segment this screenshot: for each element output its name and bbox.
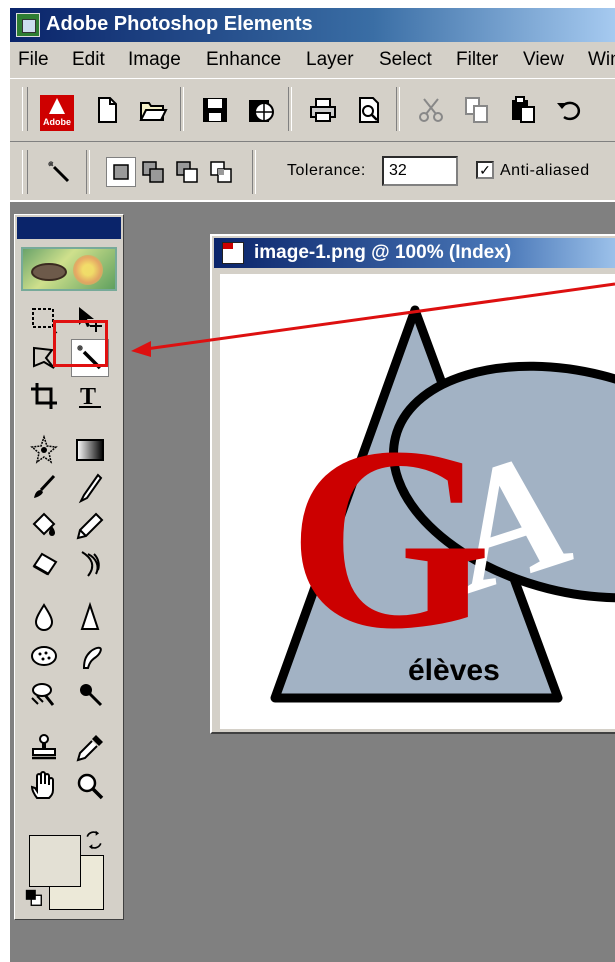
burn-icon[interactable] bbox=[71, 675, 109, 713]
blur-icon[interactable] bbox=[25, 599, 63, 637]
toolbox-header-image[interactable] bbox=[21, 247, 117, 291]
menu-edit[interactable]: Edit bbox=[72, 49, 105, 71]
intersect-selection-icon[interactable] bbox=[206, 157, 236, 187]
anti-aliased-label: Anti-aliased bbox=[500, 162, 590, 179]
toolbox-title-bar[interactable] bbox=[17, 217, 121, 239]
document-window: image-1.png @ 100% (Index) A G élèves bbox=[210, 234, 615, 734]
swap-colors-icon[interactable] bbox=[81, 827, 107, 853]
options-bar: Tolerance: 32 ✓ Anti-aliased bbox=[10, 142, 615, 202]
custom-shape-icon[interactable] bbox=[25, 431, 63, 469]
eyedropper-icon[interactable] bbox=[71, 729, 109, 767]
red-eye-brush-icon[interactable] bbox=[71, 545, 109, 583]
menu-view[interactable]: View bbox=[523, 49, 564, 71]
tolerance-label: Tolerance: bbox=[287, 162, 366, 179]
document-icon bbox=[222, 242, 244, 264]
default-colors-icon[interactable] bbox=[23, 887, 45, 909]
logo-letter-g: G bbox=[288, 393, 492, 683]
paint-bucket-icon[interactable] bbox=[25, 507, 63, 545]
options-separator bbox=[86, 150, 90, 194]
smudge-icon[interactable] bbox=[71, 637, 109, 675]
save-icon[interactable] bbox=[198, 93, 232, 127]
photoshop-elements-window: Adobe Photoshop Elements File Edit Image… bbox=[10, 8, 615, 962]
menu-image[interactable]: Image bbox=[128, 49, 181, 71]
anti-aliased-checkbox[interactable]: ✓ bbox=[476, 161, 494, 179]
add-to-selection-icon[interactable] bbox=[138, 157, 168, 187]
menu-enhance[interactable]: Enhance bbox=[206, 49, 281, 71]
subtract-from-selection-icon[interactable] bbox=[172, 157, 202, 187]
tolerance-input[interactable]: 32 bbox=[382, 156, 458, 186]
new-document-icon[interactable] bbox=[90, 93, 124, 127]
options-bar-grip[interactable] bbox=[22, 150, 28, 194]
crop-icon[interactable] bbox=[25, 377, 63, 415]
foreground-color-swatch[interactable] bbox=[29, 835, 81, 887]
sharpen-icon[interactable] bbox=[71, 599, 109, 637]
hand-icon[interactable] bbox=[25, 767, 63, 805]
zoom-icon[interactable] bbox=[71, 767, 109, 805]
image-canvas[interactable]: A G élèves bbox=[220, 274, 615, 729]
paintbrush-icon[interactable] bbox=[25, 469, 63, 507]
toolbar-separator bbox=[288, 87, 292, 131]
toolbar-separator bbox=[396, 87, 400, 131]
document-title-bar[interactable]: image-1.png @ 100% (Index) bbox=[214, 238, 615, 268]
open-folder-icon[interactable] bbox=[136, 93, 170, 127]
copy-icon[interactable] bbox=[460, 93, 494, 127]
logo-caption: élèves bbox=[408, 654, 500, 687]
toolbar-separator bbox=[180, 87, 184, 131]
gradient-icon[interactable] bbox=[71, 431, 109, 469]
title-bar: Adobe Photoshop Elements bbox=[10, 8, 615, 42]
airbrush-icon[interactable] bbox=[71, 469, 109, 507]
shortcuts-toolbar: Adobe bbox=[10, 79, 615, 142]
magic-wand-icon[interactable] bbox=[44, 157, 74, 187]
paste-icon[interactable] bbox=[506, 93, 540, 127]
document-title: image-1.png @ 100% (Index) bbox=[254, 242, 512, 263]
undo-icon[interactable] bbox=[552, 93, 586, 127]
dodge-icon[interactable] bbox=[25, 675, 63, 713]
clone-stamp-icon[interactable] bbox=[25, 729, 63, 767]
ga-logo-image: A G élèves bbox=[270, 305, 615, 703]
menu-select[interactable]: Select bbox=[379, 49, 432, 71]
menu-filter[interactable]: Filter bbox=[456, 49, 498, 71]
print-icon[interactable] bbox=[306, 93, 340, 127]
menu-bar: File Edit Image Enhance Layer Select Fil… bbox=[10, 42, 615, 79]
window-title: Adobe Photoshop Elements bbox=[46, 13, 313, 35]
print-preview-icon[interactable] bbox=[352, 93, 386, 127]
save-for-web-icon[interactable] bbox=[244, 93, 278, 127]
adobe-logo[interactable]: Adobe bbox=[40, 95, 74, 131]
sponge-icon[interactable] bbox=[25, 637, 63, 675]
menu-window[interactable]: Win bbox=[588, 49, 615, 71]
options-separator bbox=[252, 150, 256, 194]
eraser-icon[interactable] bbox=[25, 545, 63, 583]
selected-tool-highlight bbox=[53, 320, 108, 367]
menu-layer[interactable]: Layer bbox=[306, 49, 354, 71]
type-icon[interactable]: T bbox=[71, 377, 109, 415]
new-selection-icon[interactable] bbox=[106, 157, 136, 187]
cut-icon[interactable] bbox=[414, 93, 448, 127]
photoshop-elements-app-icon[interactable] bbox=[16, 13, 40, 37]
toolbar-grip[interactable] bbox=[22, 87, 28, 131]
pencil-icon[interactable] bbox=[71, 507, 109, 545]
menu-file[interactable]: File bbox=[18, 49, 49, 71]
